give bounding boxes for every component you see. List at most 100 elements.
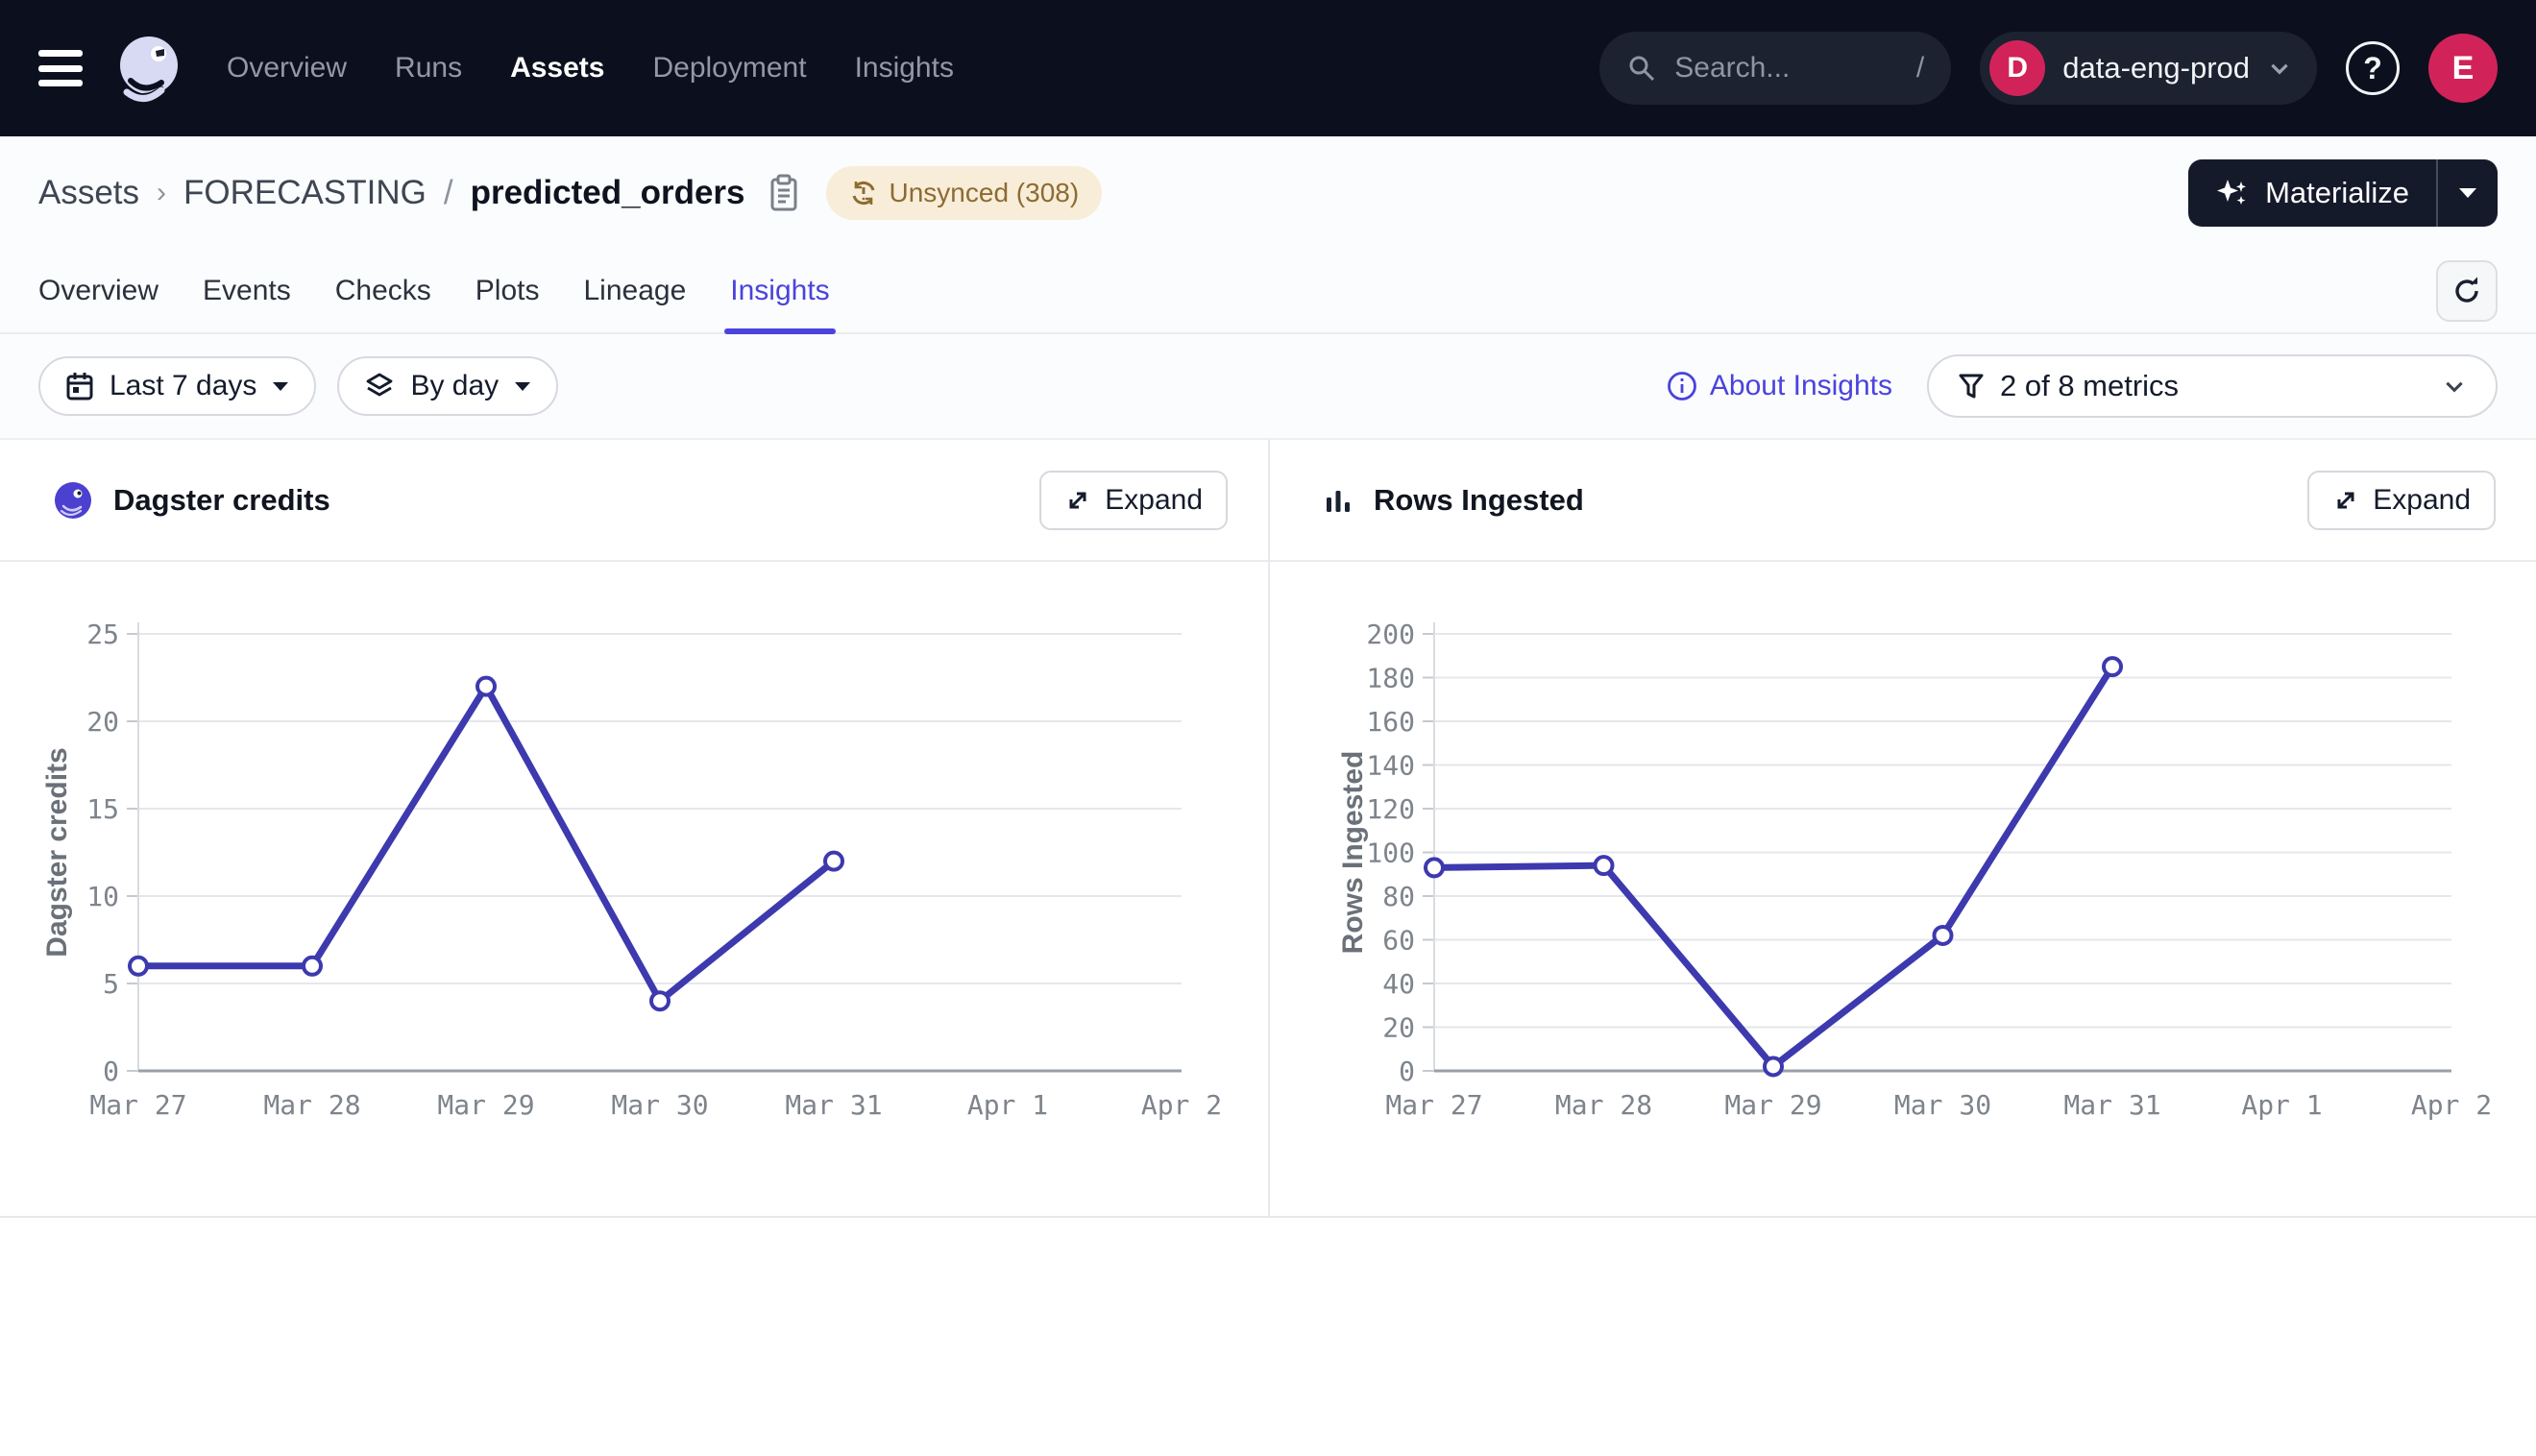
layers-icon [364, 371, 395, 401]
tab-overview[interactable]: Overview [38, 250, 158, 332]
dagster-credits-card: Dagster credits Expand 0 5 10 15 20 25 Mar 27 M… [0, 440, 1268, 1216]
svg-text:80: 80 [1382, 881, 1415, 912]
chevron-down-icon [2267, 56, 2292, 81]
tab-checks[interactable]: Checks [335, 250, 431, 332]
chart-title: Dagster credits [113, 483, 330, 518]
caret-down-icon [514, 381, 531, 392]
search-input[interactable] [1674, 52, 1857, 85]
svg-text:20: 20 [86, 706, 119, 738]
metrics-filter-value: 2 of 8 metrics [2000, 369, 2179, 403]
svg-text:120: 120 [1366, 793, 1415, 825]
unsynced-label: Unsynced (308) [890, 178, 1080, 208]
primary-nav: Overview Runs Assets Deployment Insights [227, 52, 954, 85]
svg-text:10: 10 [86, 881, 119, 912]
insights-charts: Dagster credits Expand 0 5 10 15 20 25 Mar 27 M… [0, 440, 2536, 1218]
granularity-filter[interactable]: By day [337, 356, 558, 416]
user-avatar[interactable]: E [2428, 34, 2498, 103]
rows-ingested-card: Rows Ingested Expand 0204060801001201401… [1268, 440, 2536, 1216]
svg-text:Mar 30: Mar 30 [611, 1089, 708, 1121]
insights-filters: Last 7 days By day About Insig [0, 334, 2536, 440]
materialize-split-button: Materialize [2188, 159, 2498, 227]
svg-text:100: 100 [1366, 837, 1415, 869]
asset-header: Assets › FORECASTING / predicted_orders [0, 136, 2536, 250]
date-range-value: Last 7 days [110, 370, 256, 402]
tab-insights[interactable]: Insights [730, 250, 829, 332]
info-icon [1666, 370, 1698, 402]
svg-text:40: 40 [1382, 968, 1415, 1000]
dagster-logo-icon[interactable] [111, 31, 186, 106]
calendar-icon [65, 371, 94, 401]
svg-text:Apr 1: Apr 1 [2241, 1089, 2322, 1121]
svg-text:Mar 28: Mar 28 [263, 1089, 360, 1121]
rows-ingested-chart[interactable]: 020406080100120140160180200Mar 27Mar 28M… [1270, 562, 2536, 1216]
nav-item-runs[interactable]: Runs [395, 52, 462, 85]
nav-item-overview[interactable]: Overview [227, 52, 347, 85]
svg-text:Apr 1: Apr 1 [967, 1089, 1048, 1121]
dagster-credits-chart[interactable]: 0 5 10 15 20 25 Mar 27 Mar 28 Mar 29 Mar 30 Mar 31… [0, 562, 1268, 1216]
date-range-filter[interactable]: Last 7 days [38, 356, 316, 416]
tab-plots[interactable]: Plots [476, 250, 540, 332]
chevron-down-icon [2442, 374, 2467, 399]
top-nav: Overview Runs Assets Deployment Insights… [0, 0, 2536, 136]
svg-text:Rows Ingested: Rows Ingested [1337, 751, 1369, 955]
svg-text:Apr 2: Apr 2 [1141, 1089, 1222, 1121]
sparkles-icon [2215, 176, 2250, 210]
svg-text:15: 15 [86, 793, 119, 825]
expand-button[interactable]: Expand [1039, 471, 1228, 530]
breadcrumb-chevron: › [157, 177, 166, 209]
expand-icon [1064, 487, 1091, 514]
caret-down-icon [272, 381, 289, 392]
svg-text:5: 5 [103, 968, 119, 1000]
materialize-dropdown-caret[interactable] [2436, 159, 2498, 227]
deployment-name: data-eng-prod [2062, 51, 2250, 85]
chart-title: Rows Ingested [1374, 483, 1584, 518]
deployment-switcher[interactable]: D data-eng-prod [1980, 32, 2317, 105]
svg-text:0: 0 [103, 1056, 119, 1087]
search-shortcut-hint: / [1916, 52, 1924, 85]
funnel-icon [1958, 372, 1985, 400]
nav-item-insights[interactable]: Insights [855, 52, 954, 85]
svg-text:Mar 31: Mar 31 [785, 1089, 882, 1121]
svg-text:25: 25 [86, 619, 119, 650]
materialize-label: Materialize [2265, 176, 2409, 210]
expand-button[interactable]: Expand [2307, 471, 2496, 530]
svg-text:60: 60 [1382, 925, 1415, 957]
tab-lineage[interactable]: Lineage [584, 250, 687, 332]
svg-text:20: 20 [1382, 1012, 1415, 1044]
svg-text:Mar 29: Mar 29 [437, 1089, 534, 1121]
sync-alert-icon [849, 179, 878, 207]
svg-text:Mar 30: Mar 30 [1894, 1089, 1991, 1121]
svg-text:Mar 27: Mar 27 [89, 1089, 186, 1121]
nav-item-deployment[interactable]: Deployment [652, 52, 806, 85]
refresh-icon [2451, 275, 2483, 307]
breadcrumb-group-link[interactable]: FORECASTING [183, 174, 427, 212]
svg-text:180: 180 [1366, 663, 1415, 694]
about-insights-link[interactable]: About Insights [1666, 370, 1892, 402]
about-insights-label: About Insights [1710, 370, 1892, 402]
bar-chart-icon [1324, 486, 1353, 515]
svg-text:Apr 2: Apr 2 [2411, 1089, 2492, 1121]
svg-text:140: 140 [1366, 750, 1415, 782]
svg-text:Mar 27: Mar 27 [1385, 1089, 1482, 1121]
expand-label: Expand [2373, 484, 2471, 517]
tab-events[interactable]: Events [203, 250, 291, 332]
svg-text:Mar 29: Mar 29 [1724, 1089, 1821, 1121]
svg-text:160: 160 [1366, 706, 1415, 738]
breadcrumb-assets-link[interactable]: Assets [38, 174, 139, 212]
search-box[interactable]: / [1599, 32, 1951, 105]
search-icon [1626, 53, 1657, 84]
breadcrumb: Assets › FORECASTING / predicted_orders [38, 173, 801, 213]
asset-name: predicted_orders [471, 174, 745, 212]
copy-asset-name-icon[interactable] [767, 173, 801, 213]
materialize-button[interactable]: Materialize [2188, 159, 2436, 227]
expand-label: Expand [1105, 484, 1203, 517]
menu-icon[interactable] [38, 46, 88, 90]
nav-item-assets[interactable]: Assets [510, 52, 604, 85]
help-icon[interactable]: ? [2346, 41, 2400, 95]
metrics-filter-select[interactable]: 2 of 8 metrics [1927, 354, 2498, 418]
breadcrumb-separator: / [444, 174, 453, 212]
expand-icon [2332, 487, 2359, 514]
refresh-button[interactable] [2436, 260, 2498, 322]
unsynced-status-badge[interactable]: Unsynced (308) [826, 166, 1103, 220]
deployment-badge: D [1989, 40, 2045, 96]
